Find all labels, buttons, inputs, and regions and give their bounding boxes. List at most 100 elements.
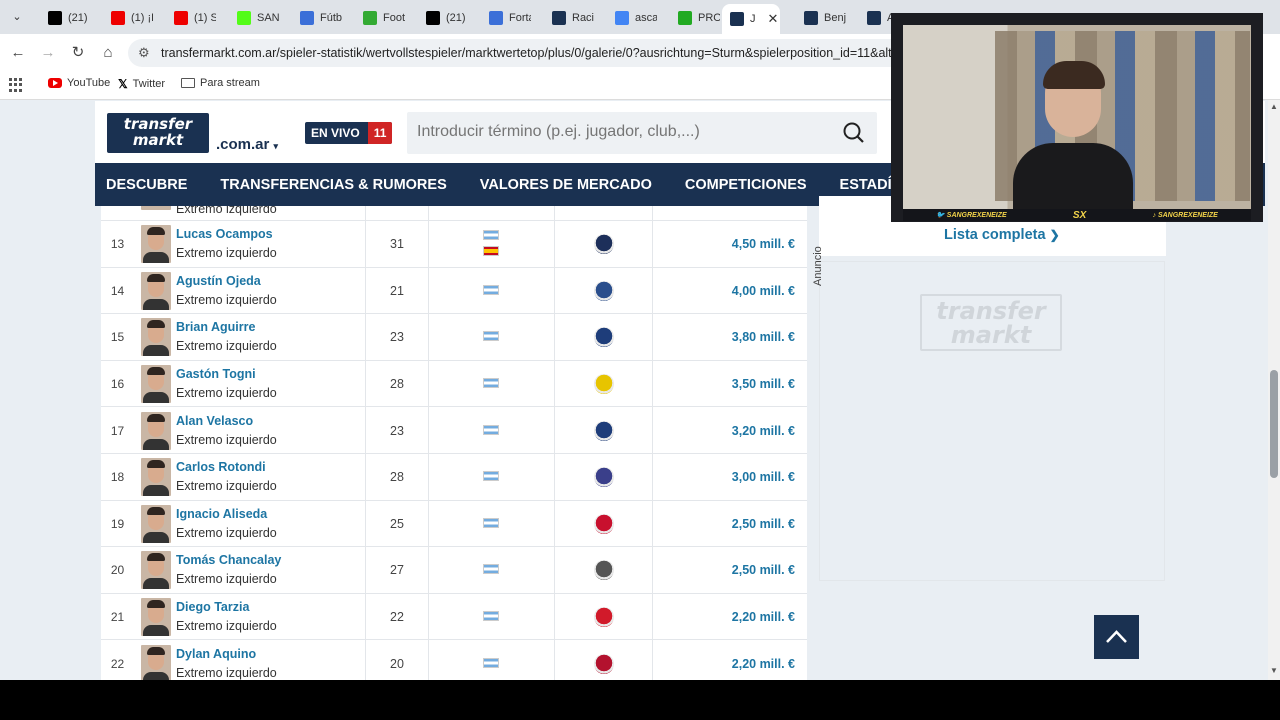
player-photo[interactable] (141, 551, 171, 590)
browser-tab[interactable]: (1) ¡E (103, 6, 153, 30)
player-photo[interactable] (141, 411, 171, 450)
browser-tab[interactable]: Fútbo (292, 6, 342, 30)
page-scrollbar[interactable]: ▲ ▼ (1268, 100, 1280, 680)
player-photo[interactable] (141, 225, 171, 264)
search-icon[interactable] (841, 120, 867, 146)
player-name-link[interactable]: Tomás Chancalay (176, 553, 281, 567)
age-cell: 20 (390, 656, 404, 671)
club-crest-icon[interactable] (594, 560, 614, 581)
scroll-thumb[interactable] (1270, 370, 1278, 478)
market-value-link[interactable]: 2,20 mill. € (732, 657, 795, 671)
table-row: 16 Gastón Togni Extremo izquierdo 28 3,50 mi… (101, 361, 807, 408)
player-photo[interactable] (141, 644, 171, 680)
transfermarkt-icon (804, 11, 818, 25)
player-name-link[interactable]: Carlos Rotondi (176, 460, 266, 474)
market-value-link[interactable]: 2,20 mill. € (732, 610, 795, 624)
club-crest-icon[interactable] (594, 374, 614, 395)
browser-tab[interactable]: SAN (229, 6, 279, 30)
browser-tab[interactable]: (1) Sa (166, 6, 216, 30)
market-value-link[interactable]: 3,80 mill. € (732, 330, 795, 344)
market-value-link[interactable]: 2,50 mill. € (732, 563, 795, 577)
browser-tab[interactable]: Benja (796, 6, 846, 30)
bookmark-para-stream[interactable]: Para stream (181, 77, 260, 89)
close-icon[interactable]: ✕ (768, 11, 779, 27)
club-crest-icon[interactable] (594, 653, 614, 674)
logo-icon: SX (1072, 209, 1087, 221)
club-crest-icon[interactable] (594, 234, 614, 255)
player-name-link[interactable]: Lucas Ocampos (176, 227, 273, 241)
nav-competiciones[interactable]: COMPETICIONES (685, 177, 807, 193)
market-value-link[interactable]: 3,20 mill. € (732, 424, 795, 438)
player-photo[interactable] (141, 271, 171, 310)
player-photo[interactable] (141, 318, 171, 357)
site-icon (678, 11, 692, 25)
forward-icon[interactable]: → (38, 43, 58, 63)
club-crest-icon[interactable] (594, 607, 614, 628)
browser-tab[interactable]: Forta (481, 6, 531, 30)
player-photo[interactable] (141, 504, 171, 543)
market-value-link[interactable]: 4,50 mill. € (732, 237, 795, 251)
player-photo[interactable] (141, 458, 171, 497)
twitter-handle-text: SANGREXENEIZE (946, 212, 1007, 219)
scroll-up-icon[interactable]: ▲ (1270, 102, 1278, 111)
browser-tab[interactable]: Racin (544, 6, 594, 30)
player-name-link[interactable]: Diego Tarzia (176, 600, 249, 614)
player-name-link[interactable]: Agustín Ojeda (176, 274, 261, 288)
address-bar[interactable]: ⚙ transfermarkt.com.ar/spieler-statistik… (128, 39, 908, 67)
market-value-link[interactable]: 3,50 mill. € (732, 377, 795, 391)
player-name-link[interactable]: Ignacio Aliseda (176, 507, 267, 521)
club-crest-icon[interactable] (594, 420, 614, 441)
browser-tab[interactable]: (21) S (40, 6, 90, 30)
bookmark-label: Para stream (200, 77, 260, 89)
tab-label: Fútbo (320, 12, 342, 24)
player-name-link[interactable]: Alan Velasco (176, 414, 253, 428)
chevron-up-icon (1106, 630, 1127, 643)
rank-cell: 15 (110, 330, 125, 345)
live-button[interactable]: EN VIVO 11 (305, 122, 393, 144)
market-value-link[interactable]: 2,50 mill. € (732, 517, 795, 531)
streamer (1013, 61, 1133, 211)
tiktok-icon: ♪ (1152, 211, 1157, 219)
home-icon[interactable]: ⌂ (98, 43, 118, 63)
club-crest-icon[interactable] (594, 467, 614, 488)
browser-tab[interactable]: Footl (355, 6, 405, 30)
full-list-link[interactable]: Lista completa ❯ (944, 227, 1060, 243)
club-crest-icon[interactable] (594, 327, 614, 348)
browser-tab[interactable]: (21) E (418, 6, 468, 30)
player-position: Extremo izquierdo (176, 525, 277, 540)
tab-label: Forta (509, 12, 531, 24)
argentina-flag-icon (483, 471, 499, 482)
market-value-link[interactable]: 3,00 mill. € (732, 470, 795, 484)
transfermarkt-logo[interactable]: transfer markt (107, 113, 209, 153)
bookmark-twitter[interactable]: 𝕏 Twitter (118, 77, 165, 91)
market-value-link[interactable]: 4,00 mill. € (732, 284, 795, 298)
site-info-icon[interactable]: ⚙ (138, 45, 150, 61)
scroll-down-icon[interactable]: ▼ (1270, 666, 1278, 675)
player-photo[interactable] (141, 206, 171, 210)
age-cell: 25 (390, 516, 404, 531)
club-crest-icon[interactable] (594, 280, 614, 301)
country-domain-selector[interactable]: .com.ar ▾ (216, 136, 278, 153)
browser-tab[interactable]: J ✕ (722, 4, 780, 34)
player-photo[interactable] (141, 365, 171, 404)
search-input[interactable] (417, 123, 827, 141)
nav-valores-mercado[interactable]: VALORES DE MERCADO (480, 177, 652, 193)
youtube-icon (48, 78, 62, 88)
url-text[interactable]: transfermarkt.com.ar/spieler-statistik/w… (161, 46, 901, 60)
nav-transferencias[interactable]: TRANSFERENCIAS & RUMORES (220, 177, 446, 193)
browser-tab[interactable]: PRON (670, 6, 720, 30)
player-name-link[interactable]: Brian Aguirre (176, 320, 255, 334)
age-cell: 31 (390, 237, 404, 252)
player-name-link[interactable]: Gastón Togni (176, 367, 256, 381)
bookmark-youtube[interactable]: YouTube (48, 77, 110, 89)
apps-grid-icon[interactable] (9, 78, 23, 92)
back-to-top-button[interactable] (1094, 615, 1139, 659)
tab-search-icon[interactable]: ⌄ (8, 8, 26, 26)
player-name-link[interactable]: Dylan Aquino (176, 647, 256, 661)
reload-icon[interactable]: ↻ (68, 43, 88, 63)
nav-descubre[interactable]: DESCUBRE (106, 177, 187, 193)
browser-tab[interactable]: ascac (607, 6, 657, 30)
club-crest-icon[interactable] (594, 513, 614, 534)
player-photo[interactable] (141, 598, 171, 637)
back-icon[interactable]: ← (8, 43, 28, 63)
